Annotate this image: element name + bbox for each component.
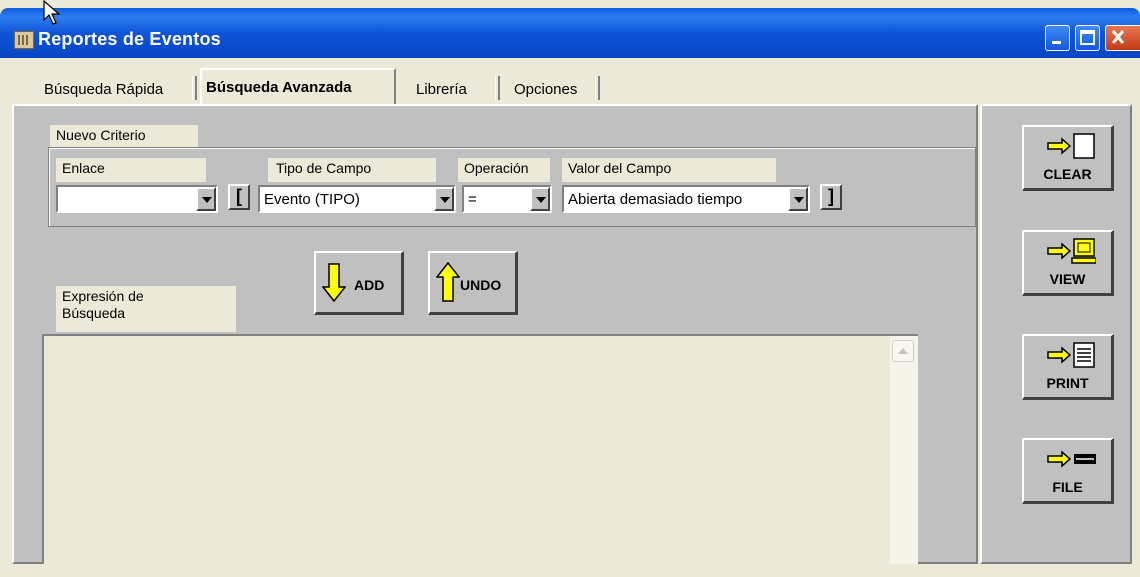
undo-button[interactable]: UNDO xyxy=(428,251,518,315)
valor-campo-label: Valor del Campo xyxy=(562,158,776,182)
tab-label: Opciones xyxy=(514,80,578,98)
chevron-down-icon[interactable] xyxy=(530,187,550,211)
tipo-campo-value: Evento (TIPO) xyxy=(264,191,360,208)
app-window: Reportes de Eventos Búsqueda Rápida Búsq… xyxy=(0,0,1140,577)
arrow-down-icon xyxy=(322,263,346,303)
file-label: FILE xyxy=(1052,479,1083,495)
tab-opciones[interactable]: Opciones xyxy=(510,74,581,104)
add-label: ADD xyxy=(354,277,385,293)
app-icon[interactable] xyxy=(14,31,34,49)
operacion-value: = xyxy=(468,191,477,208)
search-expression-textarea[interactable] xyxy=(42,334,918,564)
chevron-down-icon[interactable] xyxy=(788,187,808,211)
file-disk-icon xyxy=(1047,450,1096,468)
print-label: PRINT xyxy=(1046,375,1089,391)
tab-label: Búsqueda Rápida xyxy=(44,80,164,98)
file-button[interactable]: FILE xyxy=(1022,438,1114,504)
window-title: Reportes de Eventos xyxy=(38,29,221,49)
undo-label: UNDO xyxy=(460,277,502,293)
clear-label: CLEAR xyxy=(1043,166,1092,182)
add-button[interactable]: ADD xyxy=(314,251,404,315)
open-paren-button[interactable]: [ xyxy=(228,184,250,210)
print-button[interactable]: PRINT xyxy=(1022,334,1114,400)
maximize-button[interactable] xyxy=(1075,25,1100,51)
minimize-icon xyxy=(1052,41,1061,44)
operacion-select[interactable]: = xyxy=(462,185,552,213)
clear-icon xyxy=(1047,133,1095,159)
view-label: VIEW xyxy=(1049,271,1086,287)
minimize-button[interactable] xyxy=(1045,25,1070,51)
expression-label-line1: Expresión de xyxy=(62,288,144,304)
tab-libreria[interactable]: Librería xyxy=(412,74,471,104)
close-paren-button[interactable]: ] xyxy=(820,184,842,210)
tab-label: Librería xyxy=(416,80,467,98)
print-document-icon xyxy=(1047,342,1095,368)
tipo-campo-label: Tipo de Campo xyxy=(268,158,436,182)
maximize-icon xyxy=(1080,30,1095,45)
tipo-campo-select[interactable]: Evento (TIPO) xyxy=(258,185,456,213)
valor-campo-value: Abierta demasiado tiempo xyxy=(568,191,743,208)
tab-divider xyxy=(192,76,197,100)
open-paren-label: [ xyxy=(236,186,242,206)
title-bar[interactable]: Reportes de Eventos xyxy=(0,8,1140,58)
view-screen-icon xyxy=(1047,238,1096,264)
scroll-up-icon[interactable] xyxy=(892,340,914,362)
chevron-down-icon[interactable] xyxy=(196,187,216,211)
enlace-label: Enlace xyxy=(56,158,206,182)
window-bottom-edge xyxy=(0,564,1140,577)
tab-label: Búsqueda Avanzada xyxy=(206,78,352,96)
tab-busqueda-rapida[interactable]: Búsqueda Rápida xyxy=(40,74,167,104)
enlace-select[interactable] xyxy=(56,185,218,213)
clear-button[interactable]: CLEAR xyxy=(1022,125,1114,191)
tab-busqueda-avanzada[interactable]: Búsqueda Avanzada xyxy=(200,68,396,104)
close-button[interactable] xyxy=(1105,25,1140,51)
close-icon xyxy=(1111,30,1125,44)
criteria-group-label: Nuevo Criterio xyxy=(50,125,198,147)
vertical-scrollbar[interactable] xyxy=(890,336,918,564)
close-paren-label: ] xyxy=(828,186,834,206)
expression-label: Expresión de Búsqueda xyxy=(56,286,236,332)
tab-strip: Búsqueda Rápida Búsqueda Avanzada Librer… xyxy=(12,68,1132,104)
tab-divider xyxy=(595,76,600,100)
mouse-cursor-icon xyxy=(43,0,61,25)
view-button[interactable]: VIEW xyxy=(1022,230,1114,296)
tab-divider xyxy=(495,76,500,100)
chevron-down-icon[interactable] xyxy=(434,187,454,211)
arrow-up-icon xyxy=(436,261,460,302)
expression-label-line2: Búsqueda xyxy=(62,305,126,321)
valor-campo-select[interactable]: Abierta demasiado tiempo xyxy=(562,185,810,213)
operacion-label: Operación xyxy=(458,158,550,182)
